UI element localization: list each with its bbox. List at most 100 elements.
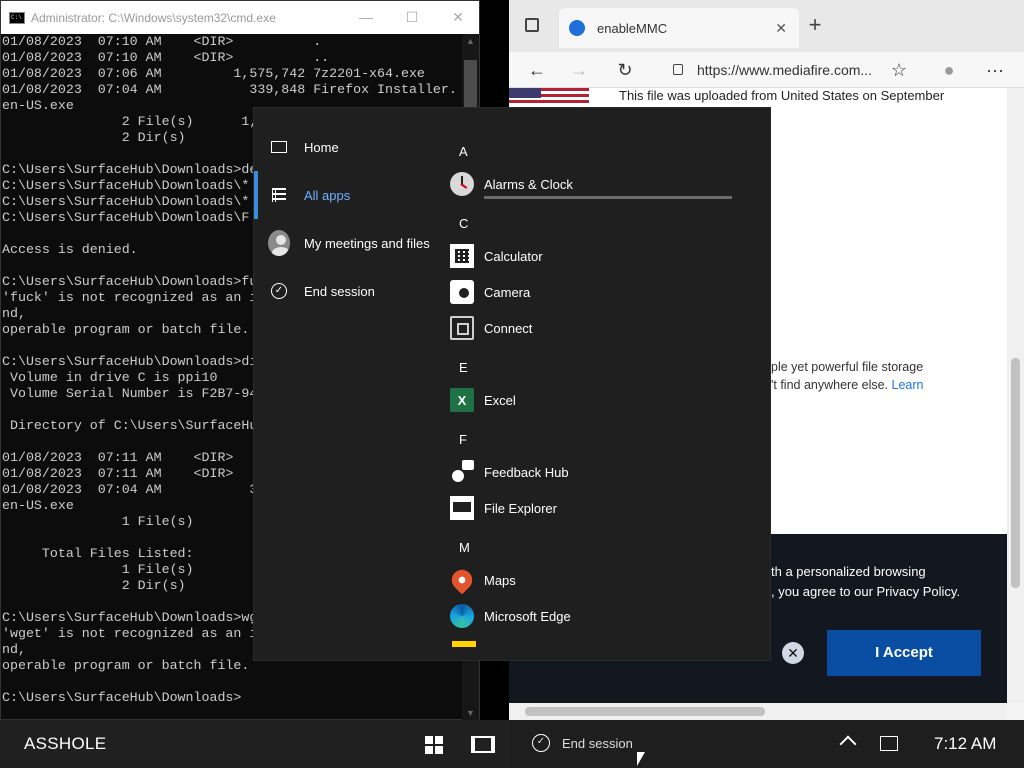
app-label: Alarms & Clock xyxy=(484,176,573,192)
app-file-explorer[interactable]: File Explorer xyxy=(450,492,750,524)
partial-app-icon[interactable] xyxy=(452,641,476,647)
nav-meetings-label: My meetings and files xyxy=(304,235,430,251)
taskbar: ASSHOLE ✓ End session 7:12 AM xyxy=(0,720,1024,768)
console-line: 01/08/2023 07:06 AM 1,575,742 7z2201-x64… xyxy=(2,66,425,81)
scroll-down-arrow-icon[interactable]: ▼ xyxy=(462,708,479,718)
windows-logo-pane xyxy=(435,736,443,744)
page-vertical-scrollbar[interactable] xyxy=(1007,88,1024,703)
app-excel[interactable]: X Excel xyxy=(450,384,750,416)
taskbar-clock[interactable]: 7:12 AM xyxy=(934,734,996,754)
upload-origin-text: This file was uploaded from United State… xyxy=(619,88,945,103)
description-line-1: ple yet powerful file storage xyxy=(771,360,924,374)
home-icon-wrap xyxy=(268,136,290,158)
nav-end-session-label: End session xyxy=(304,283,375,299)
profile-avatar-icon[interactable]: ● xyxy=(937,58,961,82)
letter-header-a[interactable]: A xyxy=(459,144,468,159)
address-url: https://www.mediafire.com... xyxy=(697,62,873,78)
tab-title: enableMMC xyxy=(597,20,668,36)
app-connect[interactable]: Connect xyxy=(450,312,750,344)
install-progress-bar xyxy=(484,196,732,199)
start-menu: Home All apps My meetings and files ✓ En… xyxy=(253,107,771,661)
windows-logo-pane xyxy=(425,746,433,754)
app-label: Maps xyxy=(484,572,516,588)
accept-cookies-button[interactable]: I Accept xyxy=(827,630,981,676)
app-microsoft-edge[interactable]: Microsoft Edge xyxy=(450,600,750,632)
letter-header-e[interactable]: E xyxy=(459,360,468,375)
edge-toolbar: ← → ↻ https://www.mediafire.com... ☆ ● ·… xyxy=(509,52,1024,88)
chevron-up-icon[interactable] xyxy=(839,735,857,753)
user-icon-wrap xyxy=(268,230,290,256)
description-line-2-text: 't find anywhere else. xyxy=(771,378,889,392)
file-explorer-icon xyxy=(450,496,474,520)
console-line: 01/08/2023 07:10 AM <DIR> . xyxy=(2,34,322,49)
app-maps[interactable]: Maps xyxy=(447,564,750,596)
letter-header-f[interactable]: F xyxy=(459,432,467,447)
console-line: C:\Users\SurfaceHub\Downloads> xyxy=(2,690,242,705)
minimize-button[interactable]: — xyxy=(343,1,389,34)
app-feedback-hub[interactable]: Feedback Hub xyxy=(450,456,750,488)
app-camera[interactable]: Camera xyxy=(450,276,750,308)
tab-enablemmc[interactable]: enableMMC ✕ xyxy=(559,8,799,48)
check-circle-icon-wrap: ✓ xyxy=(268,280,290,302)
cookie-close-icon[interactable]: ✕ xyxy=(782,642,804,664)
connect-icon xyxy=(450,316,474,340)
nav-meetings-files[interactable]: My meetings and files xyxy=(254,223,444,263)
notification-icon[interactable] xyxy=(880,736,898,751)
nav-home[interactable]: Home xyxy=(254,127,444,167)
maximize-button[interactable]: ☐ xyxy=(389,1,435,34)
address-bar[interactable]: https://www.mediafire.com... xyxy=(659,56,889,84)
close-button[interactable]: ✕ xyxy=(435,1,481,34)
forward-button[interactable]: → xyxy=(567,58,591,82)
back-button[interactable]: ← xyxy=(525,58,549,82)
learn-more-link[interactable]: Learn xyxy=(892,378,924,392)
taskbar-end-session[interactable]: ✓ End session xyxy=(532,734,633,752)
tab-actions-icon[interactable] xyxy=(525,18,539,32)
app-label: Feedback Hub xyxy=(484,464,569,480)
cookie-text: th a personalized browsing , you agree t… xyxy=(771,562,960,602)
cmd-app-icon xyxy=(9,11,25,24)
windows-logo-pane xyxy=(435,746,443,754)
app-label: File Explorer xyxy=(484,500,557,516)
letter-header-m[interactable]: M xyxy=(459,540,470,555)
user-icon xyxy=(268,230,290,256)
page-hscroll-thumb[interactable] xyxy=(525,707,765,716)
check-circle-icon: ✓ xyxy=(271,283,287,299)
cmd-titlebar[interactable]: Administrator: C:\Windows\system32\cmd.e… xyxy=(1,1,479,34)
nav-all-apps-label: All apps xyxy=(304,187,351,203)
mouse-cursor-icon xyxy=(637,752,645,766)
nav-all-apps[interactable]: All apps xyxy=(254,175,444,215)
page-vscroll-thumb[interactable] xyxy=(1011,358,1020,588)
cookie-text-line-1: th a personalized browsing xyxy=(771,564,926,579)
cookie-text-line-2: , you agree to our Privacy Policy. xyxy=(771,584,961,599)
windows-logo-pane xyxy=(425,736,433,744)
task-view-icon[interactable] xyxy=(471,736,495,753)
letter-header-c[interactable]: C xyxy=(459,216,468,231)
nav-end-session[interactable]: ✓ End session xyxy=(254,271,444,311)
excel-icon: X xyxy=(450,388,474,412)
home-icon xyxy=(271,141,287,153)
console-line: 01/08/2023 07:04 AM 339,848 Firefox Inst… xyxy=(2,82,457,97)
start-windows-icon[interactable] xyxy=(425,736,443,754)
maps-icon xyxy=(447,565,477,595)
nav-home-label: Home xyxy=(304,139,339,155)
console-line: 01/08/2023 07:10 AM <DIR> .. xyxy=(2,50,330,65)
camera-icon xyxy=(450,280,474,304)
mediafire-description: ple yet powerful file storage 't find an… xyxy=(771,358,924,394)
app-label: Excel xyxy=(484,392,516,408)
new-tab-button[interactable]: + xyxy=(803,14,827,38)
us-flag-icon xyxy=(509,88,589,106)
app-label: Camera xyxy=(484,284,531,300)
description-line-2: 't find anywhere else. Learn xyxy=(771,376,924,394)
app-label: Microsoft Edge xyxy=(484,608,571,624)
edge-tabbar: enableMMC ✕ + xyxy=(509,0,1024,52)
feedback-hub-icon xyxy=(450,460,474,484)
tab-close-icon[interactable]: ✕ xyxy=(775,20,787,37)
page-horizontal-scrollbar[interactable] xyxy=(509,703,1007,720)
more-options-button[interactable]: ··· xyxy=(983,58,1007,82)
scroll-up-arrow-icon[interactable]: ▲ xyxy=(462,36,479,46)
favorite-star-icon[interactable]: ☆ xyxy=(887,58,911,82)
all-apps-icon-wrap xyxy=(268,184,290,206)
app-calculator[interactable]: Calculator xyxy=(450,240,750,272)
refresh-button[interactable]: ↻ xyxy=(613,58,637,82)
edge-icon xyxy=(450,604,474,628)
